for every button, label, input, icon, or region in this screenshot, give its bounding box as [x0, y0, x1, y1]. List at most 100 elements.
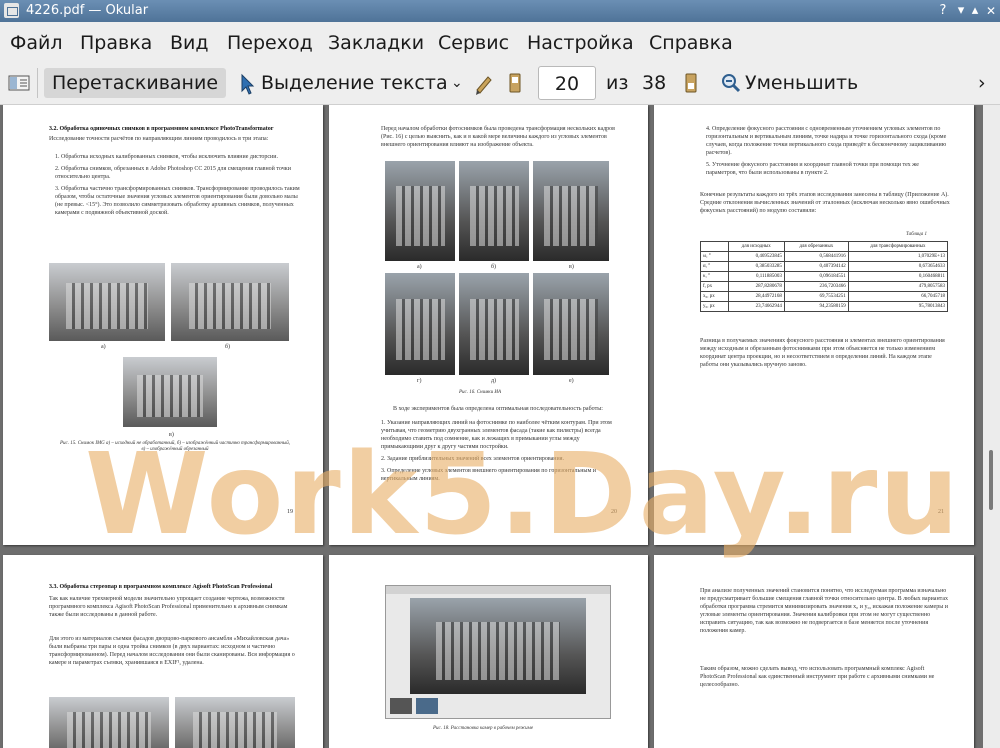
figure-label: а) [101, 344, 106, 350]
page-24-para: Таким образом, можно сделать вывод, что … [700, 666, 935, 688]
chevron-down-icon[interactable]: ⌄ [451, 68, 465, 98]
page-number: 21 [938, 509, 944, 515]
table-header-cell [700, 241, 729, 252]
page-21: 4. Определение фокусного расстояния с од… [654, 105, 974, 545]
list-item: 1. Обработка исходных калиброванных сним… [55, 154, 278, 160]
table-cell: 66,7045718 [847, 291, 949, 302]
menu-bookmarks[interactable]: Закладки [328, 32, 424, 54]
menu-settings[interactable]: Настройка [527, 32, 634, 54]
close-icon[interactable]: ✕ [982, 2, 1000, 20]
building-photo [459, 161, 529, 261]
page-20-intro: Перед началом обработки фотоснимков была… [381, 126, 616, 148]
menu-view[interactable]: Вид [170, 32, 209, 54]
page-22-para: Так как наличие трехмерной модели значит… [49, 596, 288, 618]
table-header-cell: для обрезанных [783, 241, 849, 252]
page-24: При анализе полученных значений становит… [654, 555, 974, 748]
zoom-out-icon[interactable] [720, 68, 742, 98]
table-cell: 0,096184551 [783, 271, 849, 282]
table-row: x₀, px 28,44972168 69,75534251 66,7045718 [700, 291, 949, 302]
okular-app-icon [4, 3, 19, 18]
list-item: 4. Определение фокусного расстояния с од… [706, 126, 947, 156]
building-photo [123, 357, 217, 427]
table-label: Таблица 1 [906, 232, 927, 237]
building-photo [385, 273, 455, 375]
table-cell: f, px [700, 281, 729, 292]
table-row: κ, ° 0,111885003 0,096184551 0,160468811 [700, 271, 949, 282]
table-cell: 28,44972168 [727, 291, 785, 302]
document-viewport[interactable]: 3.2. Обработка одиночных снимков в прогр… [0, 105, 983, 748]
table-cell: 23,74662944 [727, 301, 785, 312]
total-pages: 38 [642, 72, 667, 94]
text-select-tool-button[interactable]: Выделение текста [261, 68, 448, 98]
building-photo [49, 697, 169, 748]
table-cell: 1,07029E+13 [847, 251, 949, 262]
table-row: y₀, px 23,74662944 94,23580159 95,78013843 [700, 301, 949, 312]
page-number: 19 [287, 509, 293, 515]
page-number-input[interactable]: 20 [538, 66, 596, 100]
table-cell: x₀, px [700, 291, 729, 302]
page-of-label: из [606, 72, 629, 94]
toolbar-overflow-chevron-icon[interactable]: › [978, 68, 992, 98]
page-number: 20 [611, 509, 617, 515]
table-cell: 0,407394142 [783, 261, 849, 272]
page-19-intro: Исследование точности расчётов по направ… [49, 136, 269, 142]
menu-help[interactable]: Справка [649, 32, 733, 54]
results-table: для исходных для обрезанных для трансфор… [700, 241, 949, 312]
table-cell: 95,78013843 [847, 301, 949, 312]
figure-label: е) [569, 378, 574, 384]
table-cell: 69,75534251 [783, 291, 849, 302]
menu-bar: Файл Правка Вид Переход Закладки Сервис … [0, 22, 1000, 64]
list-item: 2. Задание приблизительных значений всех… [381, 456, 564, 462]
annotate-pen-icon[interactable] [474, 68, 494, 98]
table-row: f, px 287,8280678 236,7203466 479,8057583 [700, 281, 949, 292]
vertical-scrollbar[interactable] [983, 105, 1000, 748]
page-21-summary: Конечные результаты каждого из трёх этап… [700, 192, 950, 214]
page-19-heading: 3.2. Обработка одиночных снимков в прогр… [49, 126, 274, 132]
cursor-icon [238, 68, 256, 98]
building-photo [175, 697, 295, 748]
table-cell: 0,469523845 [727, 251, 785, 262]
page-21-list: 4. Определение фокусного расстояния с од… [706, 125, 950, 181]
page-24-para: При анализе полученных значений становит… [700, 588, 949, 634]
previous-page-icon[interactable] [507, 68, 523, 98]
figure-label: в) [569, 264, 574, 270]
sidebar-toggle-icon[interactable] [8, 68, 30, 98]
table-row: α, ° 0,385033285 0,407394142 0,673654633 [700, 261, 949, 272]
list-item: 2. Обработка снимков, обрезанных в Adobe… [55, 166, 291, 180]
toolbar-separator [37, 68, 38, 98]
table-header-row: для исходных для обрезанных для трансфор… [700, 241, 949, 252]
menu-go[interactable]: Переход [227, 32, 313, 54]
software-screenshot [385, 585, 611, 719]
figure-label: д) [491, 378, 497, 384]
menu-tools[interactable]: Сервис [438, 32, 509, 54]
list-item: 5. Уточнение фокусного расстояния и коор… [706, 162, 919, 176]
table-cell: 0,160468811 [847, 271, 949, 282]
figure-label: а) [417, 264, 422, 270]
scrollbar-thumb[interactable] [989, 450, 993, 510]
figure-label: г) [417, 378, 422, 384]
table-cell: ω, ° [700, 251, 729, 262]
menu-file[interactable]: Файл [10, 32, 63, 54]
table-cell: 0,111885003 [727, 271, 785, 282]
browse-tool-button[interactable]: Перетаскивание [44, 68, 227, 98]
table-cell: α, ° [700, 261, 729, 272]
building-photo [385, 161, 455, 261]
table-header-cell: для исходных [727, 241, 785, 252]
table-header-cell: для трансформированных [847, 241, 949, 252]
next-page-icon[interactable] [683, 68, 699, 98]
figure-caption: Рис. 18. Расстановка камер в рабочем реж… [433, 726, 534, 731]
table-cell: 0,673654633 [847, 261, 949, 272]
page-20-list: 1. Указание направляющих линий на фотосн… [381, 419, 623, 487]
figure-label: б) [225, 344, 231, 350]
window-title: 4226.pdf — Okular [26, 3, 149, 18]
menu-edit[interactable]: Правка [80, 32, 152, 54]
zoom-out-button[interactable]: Уменьшить [745, 68, 858, 98]
figure-caption: Рис. 15. Снимок IMG а) – исходный не обр… [59, 441, 291, 452]
building-photo [49, 263, 165, 341]
page-22-heading: 3.3. Обработка стереопар в программном к… [49, 584, 273, 590]
figure-label: б) [491, 264, 497, 270]
page-20-lead: В ходе экспериментов была определена опт… [393, 406, 603, 412]
help-icon[interactable]: ? [934, 2, 952, 20]
table-cell: 287,8280678 [727, 281, 785, 292]
figure-caption: Рис. 16. Снимки ИА [459, 390, 502, 395]
